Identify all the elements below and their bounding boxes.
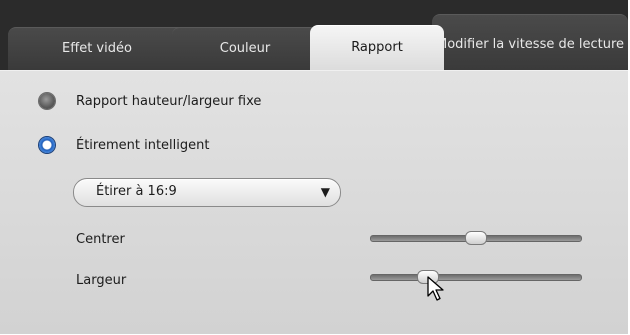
mouse-pointer-icon <box>427 276 444 301</box>
tab-label: Couleur <box>219 41 271 56</box>
tab-label: Rapport <box>351 40 403 55</box>
radio-smart-stretch-label[interactable]: Étirement intelligent <box>76 138 209 153</box>
tab-bar: Effet vidéo Couleur Modifier la vitesse … <box>0 0 628 70</box>
tab-label: Effet vidéo <box>62 41 132 56</box>
center-slider-thumb[interactable] <box>465 231 487 245</box>
tab-vitesse-lecture[interactable]: Modifier la vitesse de lecture <box>432 14 628 70</box>
center-label: Centrer <box>76 232 125 247</box>
radio-smart-stretch[interactable] <box>39 137 55 153</box>
tab-couleur[interactable]: Couleur <box>172 27 318 70</box>
dialog-window: Effet vidéo Couleur Modifier la vitesse … <box>0 0 630 335</box>
width-label: Largeur <box>76 273 127 288</box>
tab-rapport[interactable]: Rapport <box>310 25 444 70</box>
stretch-dropdown-value: Étirer à 16:9 <box>96 184 177 199</box>
stretch-dropdown[interactable]: Étirer à 16:9 ▼ <box>73 178 341 207</box>
tab-label: Modifier la vitesse de lecture <box>435 36 625 52</box>
radio-fixed-ratio[interactable] <box>39 93 55 109</box>
width-slider-track[interactable] <box>370 274 582 281</box>
chevron-down-icon: ▼ <box>320 185 330 199</box>
radio-fixed-ratio-label[interactable]: Rapport hauteur/largeur fixe <box>76 94 261 109</box>
tab-effet-video[interactable]: Effet vidéo <box>8 27 186 70</box>
rapport-panel: Rapport hauteur/largeur fixe Étirement i… <box>0 70 628 334</box>
